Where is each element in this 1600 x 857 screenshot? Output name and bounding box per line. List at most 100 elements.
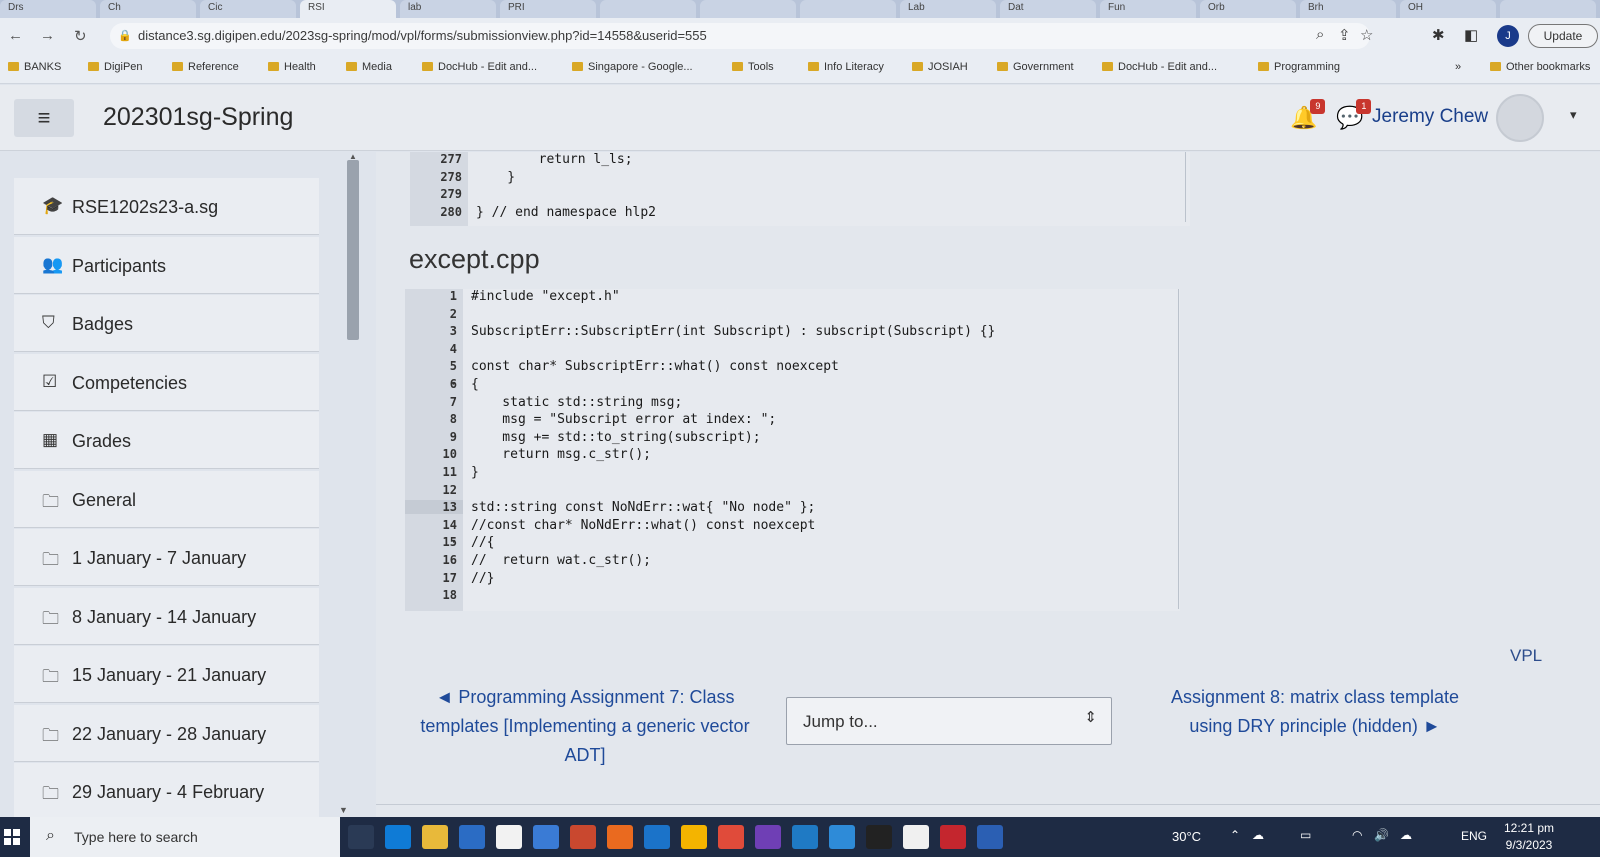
drawer-item[interactable]: 🎓 RSE1202s23-a.sg	[14, 178, 319, 235]
taskbar-app-icon[interactable]	[755, 825, 781, 849]
bookmark-item[interactable]: DocHub - Edit and...	[422, 61, 537, 73]
scroll-down-arrow[interactable]: ▼	[339, 805, 348, 815]
taskbar-app-icon[interactable]	[422, 825, 448, 849]
code-text[interactable]: //{	[471, 535, 494, 550]
caret-down-icon[interactable]: ▾	[1570, 107, 1577, 123]
previous-activity-link[interactable]: ◄ Programming Assignment 7: Class templa…	[420, 683, 750, 770]
bookmark-item[interactable]: Tools	[732, 61, 774, 73]
code-text[interactable]: } // end namespace hlp2	[476, 205, 656, 220]
taskbar-app-icon[interactable]	[533, 825, 559, 849]
next-activity-link[interactable]: Assignment 8: matrix class template usin…	[1165, 683, 1465, 741]
jump-to-select[interactable]: Jump to... ⇕	[786, 697, 1112, 745]
code-text[interactable]: {	[471, 377, 479, 392]
browser-tab[interactable]: OH	[1400, 0, 1496, 18]
drawer-item[interactable]: 🗀 General	[14, 470, 319, 528]
clock-date[interactable]: 9/3/2023	[1498, 838, 1560, 852]
bookmark-star-icon[interactable]: ☆	[1360, 26, 1373, 44]
code-text[interactable]: }	[471, 465, 479, 480]
other-bookmarks[interactable]: Other bookmarks	[1490, 61, 1590, 73]
onedrive-icon[interactable]: ☁	[1400, 828, 1412, 842]
taskbar-app-icon[interactable]	[681, 825, 707, 849]
browser-tab[interactable]: Orb	[1200, 0, 1296, 18]
side-panel-icon[interactable]: ◧	[1464, 26, 1478, 44]
code-text[interactable]: //const char* NoNdErr::what() const noex…	[471, 518, 815, 533]
drawer-item[interactable]: ⛉ Badges	[14, 295, 319, 352]
drawer-item[interactable]: 🗀 22 January - 28 January	[14, 704, 319, 762]
bookmark-item[interactable]: DigiPen	[88, 61, 143, 73]
taskbar-app-icon[interactable]	[496, 825, 522, 849]
code-text[interactable]: static std::string msg;	[471, 395, 682, 410]
code-text[interactable]: return l_ls;	[476, 152, 633, 167]
bookmark-item[interactable]: Media	[346, 61, 392, 73]
share-icon[interactable]: ⇪	[1338, 26, 1351, 44]
drawer-item[interactable]: 🗀 29 January - 4 February	[14, 763, 319, 817]
drawer-item[interactable]: ☑ Competencies	[14, 353, 319, 411]
message-icon[interactable]: 💬 1	[1336, 99, 1372, 131]
bookmark-item[interactable]: Info Literacy	[808, 61, 884, 73]
taskbar-app-icon[interactable]	[977, 825, 1003, 849]
browser-tab[interactable]: lab	[400, 0, 496, 18]
bookmark-item[interactable]: Singapore - Google...	[572, 61, 693, 73]
extensions-icon[interactable]: ✱	[1432, 26, 1445, 44]
drawer-item[interactable]: 🗀 1 January - 7 January	[14, 529, 319, 586]
chevron-up-icon[interactable]: ⌃	[1230, 828, 1240, 842]
drawer-item[interactable]: ▦ Grades	[14, 412, 319, 469]
browser-tab[interactable]: Fun	[1100, 0, 1196, 18]
drawer-item[interactable]: 🗀 8 January - 14 January	[14, 587, 319, 645]
code-text[interactable]: std::string const NoNdErr::wat{ "No node…	[471, 500, 815, 515]
menu-toggle-button[interactable]: ≡	[14, 99, 74, 137]
avatar[interactable]	[1496, 94, 1544, 142]
weather-temperature[interactable]: 30°C	[1172, 829, 1201, 844]
browser-tab[interactable]: PRI	[500, 0, 596, 18]
more-bookmarks-chevron[interactable]: »	[1455, 61, 1461, 73]
forward-icon[interactable]: →	[40, 27, 55, 44]
browser-tab[interactable]	[700, 0, 796, 18]
taskbar-app-icon[interactable]	[829, 825, 855, 849]
taskbar-app-icon[interactable]	[940, 825, 966, 849]
fold-arrow-icon[interactable]: ▾	[451, 537, 456, 547]
taskbar-search-box[interactable]: ⌕ Type here to search	[30, 817, 340, 857]
bookmark-item[interactable]: Programming	[1258, 61, 1340, 73]
language-indicator[interactable]: ENG	[1461, 829, 1487, 843]
bookmark-item[interactable]: Health	[268, 61, 316, 73]
clock-time[interactable]: 12:21 pm	[1498, 821, 1560, 835]
address-bar[interactable]: 🔒 distance3.sg.digipen.edu/2023sg-spring…	[110, 23, 1373, 49]
windows-start-icon[interactable]	[4, 829, 20, 845]
url-text[interactable]: distance3.sg.digipen.edu/2023sg-spring/m…	[138, 28, 707, 43]
drawer-scrollbar[interactable]	[347, 160, 359, 340]
drawer-item[interactable]: 🗀 15 January - 21 January	[14, 646, 319, 703]
browser-tab[interactable]	[1500, 0, 1596, 18]
code-text[interactable]: //}	[471, 571, 494, 586]
taskbar-app-icon[interactable]	[459, 825, 485, 849]
taskbar-app-icon[interactable]	[718, 825, 744, 849]
bookmark-item[interactable]: Government	[997, 61, 1074, 73]
bookmark-item[interactable]: DocHub - Edit and...	[1102, 61, 1217, 73]
code-text[interactable]: #include "except.h"	[471, 289, 620, 304]
bookmark-item[interactable]: BANKS	[8, 61, 61, 73]
wifi-icon[interactable]: ◠	[1352, 828, 1362, 842]
browser-tab[interactable]: Drs	[0, 0, 96, 18]
browser-tab[interactable]: Dat	[1000, 0, 1096, 18]
taskbar-app-icon[interactable]	[607, 825, 633, 849]
browser-tab[interactable]: Lab	[900, 0, 996, 18]
taskbar-app-icon[interactable]	[792, 825, 818, 849]
bookmark-item[interactable]: Reference	[172, 61, 239, 73]
reload-icon[interactable]: ↻	[74, 27, 87, 45]
fold-arrow-icon[interactable]: ▾	[451, 379, 456, 389]
taskbar-app-icon[interactable]	[385, 825, 411, 849]
cloud-icon[interactable]: ☁	[1252, 828, 1264, 842]
code-text[interactable]: msg = "Subscript error at index: ";	[471, 412, 776, 427]
update-button[interactable]: Update	[1528, 24, 1598, 48]
code-text[interactable]: // return wat.c_str();	[471, 553, 651, 568]
taskbar-app-icon[interactable]	[903, 825, 929, 849]
monitor-icon[interactable]: ▭	[1300, 828, 1311, 842]
browser-tab[interactable]: Ch	[100, 0, 196, 18]
browser-tab[interactable]: RSI	[300, 0, 396, 18]
code-text[interactable]: const char* SubscriptErr::what() const n…	[471, 359, 839, 374]
code-text[interactable]: }	[476, 170, 515, 185]
bookmark-item[interactable]: JOSIAH	[912, 61, 968, 73]
taskbar-app-icon[interactable]	[866, 825, 892, 849]
code-text[interactable]: return msg.c_str();	[471, 447, 651, 462]
user-name[interactable]: Jeremy Chew	[1372, 106, 1488, 128]
taskbar-app-icon[interactable]	[348, 825, 374, 849]
